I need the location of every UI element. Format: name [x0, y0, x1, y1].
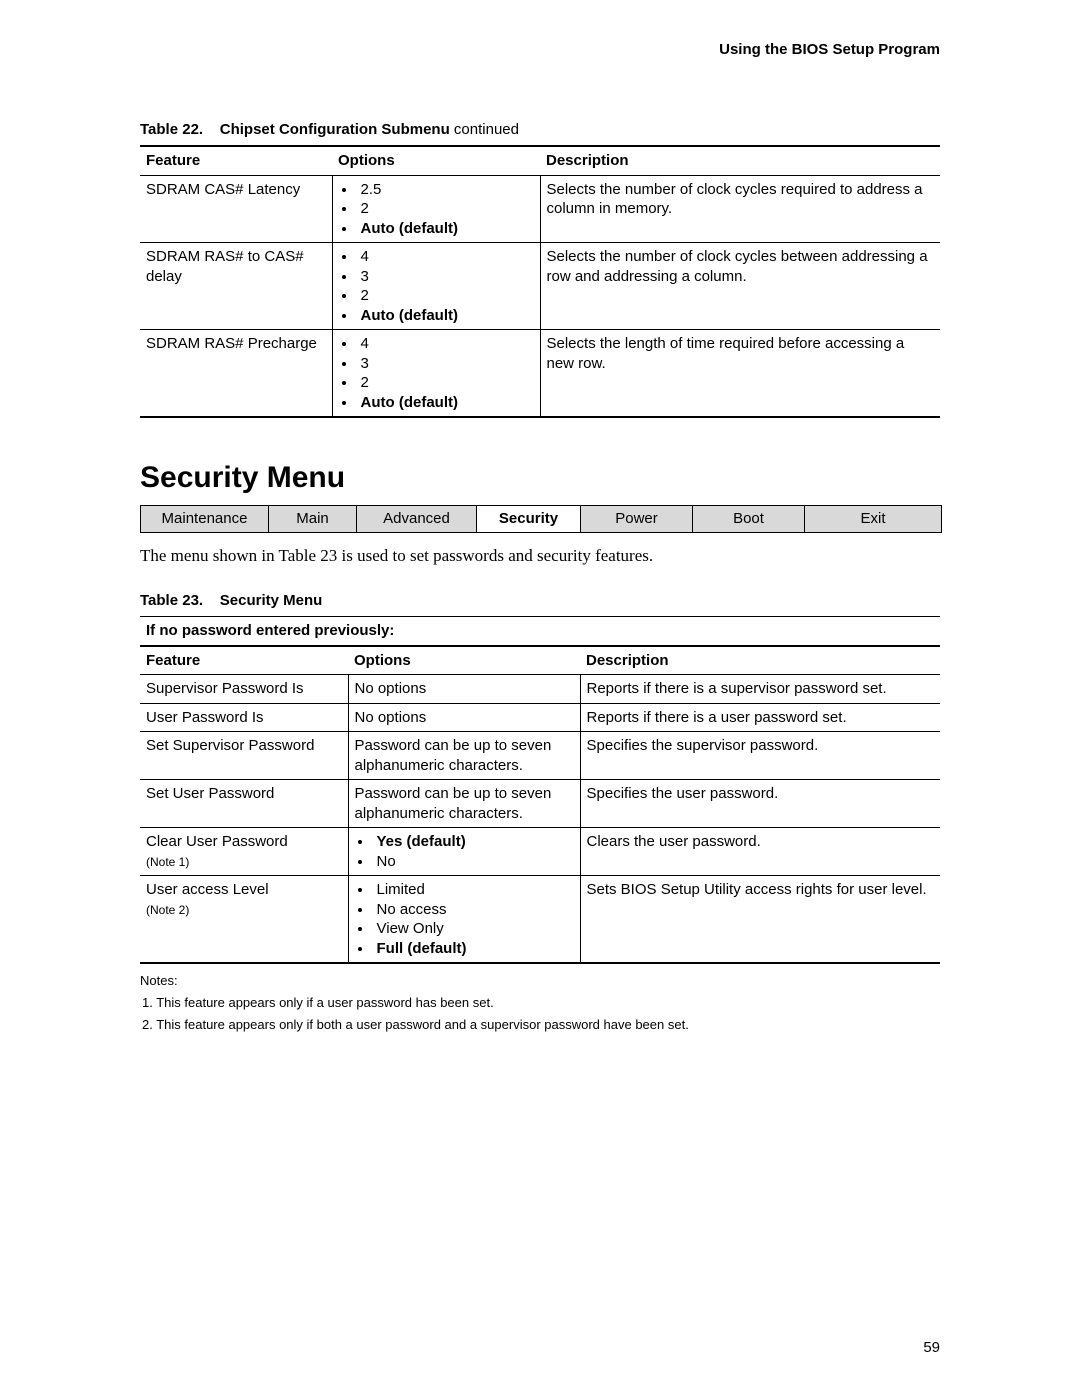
option-item: Yes (default): [373, 832, 574, 852]
description-cell: Specifies the user password.: [580, 780, 940, 828]
options-cell: Password can be up to seven alphanumeric…: [348, 732, 580, 780]
option-item: Auto (default): [357, 393, 534, 413]
page-header: Using the BIOS Setup Program: [140, 40, 940, 60]
table-row: Set User PasswordPassword can be up to s…: [140, 780, 940, 828]
option-item: View Only: [373, 919, 574, 939]
table-row: User access Level(Note 2)LimitedNo acces…: [140, 876, 940, 964]
option-item: Auto (default): [357, 306, 534, 326]
feature-cell: Clear User Password(Note 1): [140, 828, 348, 876]
table-row: SDRAM RAS# to CAS# delay432Auto (default…: [140, 243, 940, 330]
table22-number: Table 22.: [140, 121, 203, 138]
intro-text: The menu shown in Table 23 is used to se…: [140, 545, 940, 567]
options-cell: No options: [348, 703, 580, 732]
options-cell: 432Auto (default): [332, 330, 540, 418]
option-item: Auto (default): [357, 219, 534, 239]
option-item: 2: [357, 373, 534, 393]
table23-h1: Feature: [140, 646, 348, 675]
table22-title: Chipset Configuration Submenu: [220, 121, 450, 138]
tab-advanced[interactable]: Advanced: [357, 506, 477, 532]
table22: Feature Options Description SDRAM CAS# L…: [140, 145, 940, 418]
options-cell: No options: [348, 675, 580, 704]
description-cell: Selects the number of clock cycles requi…: [540, 175, 940, 243]
option-item: 2: [357, 199, 534, 219]
description-cell: Clears the user password.: [580, 828, 940, 876]
note-ref: (Note 2): [146, 903, 189, 917]
feature-cell: User access Level(Note 2): [140, 876, 348, 964]
table23: If no password entered previously: Featu…: [140, 616, 940, 964]
page-number: 59: [923, 1338, 940, 1358]
option-item: Limited: [373, 880, 574, 900]
option-item: No access: [373, 900, 574, 920]
table23-caption: Table 23. Security Menu: [140, 591, 940, 611]
table23-subheader: If no password entered previously:: [140, 617, 940, 646]
table-row: Set Supervisor PasswordPassword can be u…: [140, 732, 940, 780]
table22-h2: Options: [332, 146, 540, 175]
feature-cell: SDRAM RAS# Precharge: [140, 330, 332, 418]
description-cell: Reports if there is a user password set.: [580, 703, 940, 732]
option-item: 3: [357, 354, 534, 374]
options-cell: Password can be up to seven alphanumeric…: [348, 780, 580, 828]
tab-boot[interactable]: Boot: [693, 506, 805, 532]
table22-caption: Table 22. Chipset Configuration Submenu …: [140, 120, 940, 140]
section-title: Security Menu: [140, 458, 940, 497]
feature-cell: Set Supervisor Password: [140, 732, 348, 780]
tab-strip: MaintenanceMainAdvancedSecurityPowerBoot…: [140, 505, 942, 533]
note-1: 1. This feature appears only if a user p…: [140, 992, 940, 1014]
option-item: No: [373, 852, 574, 872]
option-item: 2.5: [357, 180, 534, 200]
feature-cell: SDRAM RAS# to CAS# delay: [140, 243, 332, 330]
feature-cell: Set User Password: [140, 780, 348, 828]
description-cell: Selects the length of time required befo…: [540, 330, 940, 418]
feature-cell: User Password Is: [140, 703, 348, 732]
table22-h3: Description: [540, 146, 940, 175]
notes-label: Notes:: [140, 970, 940, 992]
option-item: 4: [357, 334, 534, 354]
description-cell: Specifies the supervisor password.: [580, 732, 940, 780]
note-ref: (Note 1): [146, 855, 189, 869]
table23-h2: Options: [348, 646, 580, 675]
tab-security[interactable]: Security: [477, 506, 581, 532]
tab-exit[interactable]: Exit: [805, 506, 941, 532]
options-cell: 432Auto (default): [332, 243, 540, 330]
description-cell: Selects the number of clock cycles betwe…: [540, 243, 940, 330]
table23-number: Table 23.: [140, 592, 203, 609]
option-item: 3: [357, 267, 534, 287]
tab-maintenance[interactable]: Maintenance: [141, 506, 269, 532]
option-item: 2: [357, 286, 534, 306]
options-cell: LimitedNo accessView OnlyFull (default): [348, 876, 580, 964]
table22-suffix: continued: [450, 121, 519, 138]
options-cell: Yes (default)No: [348, 828, 580, 876]
description-cell: Reports if there is a supervisor passwor…: [580, 675, 940, 704]
table23-title: Security Menu: [220, 592, 323, 609]
table-row: SDRAM RAS# Precharge432Auto (default)Sel…: [140, 330, 940, 418]
table22-h1: Feature: [140, 146, 332, 175]
table-row: User Password IsNo optionsReports if the…: [140, 703, 940, 732]
note-2: 2. This feature appears only if both a u…: [140, 1014, 940, 1036]
table-row: Clear User Password(Note 1)Yes (default)…: [140, 828, 940, 876]
feature-cell: SDRAM CAS# Latency: [140, 175, 332, 243]
feature-cell: Supervisor Password Is: [140, 675, 348, 704]
tab-power[interactable]: Power: [581, 506, 693, 532]
option-item: 4: [357, 247, 534, 267]
description-cell: Sets BIOS Setup Utility access rights fo…: [580, 876, 940, 964]
tab-main[interactable]: Main: [269, 506, 357, 532]
table-row: Supervisor Password IsNo optionsReports …: [140, 675, 940, 704]
table23-h3: Description: [580, 646, 940, 675]
options-cell: 2.52Auto (default): [332, 175, 540, 243]
option-item: Full (default): [373, 939, 574, 959]
notes: Notes: 1. This feature appears only if a…: [140, 970, 940, 1036]
table-row: SDRAM CAS# Latency2.52Auto (default)Sele…: [140, 175, 940, 243]
